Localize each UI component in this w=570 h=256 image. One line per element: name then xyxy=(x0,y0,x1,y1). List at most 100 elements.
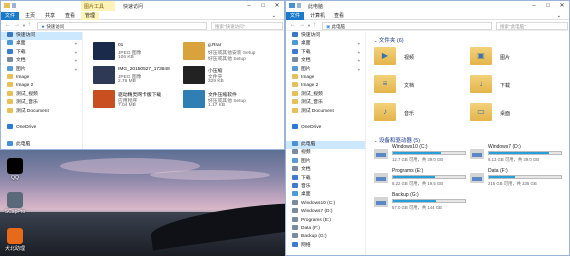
close-button[interactable]: ✕ xyxy=(270,1,284,11)
nav-item[interactable]: 下载 ⌖ xyxy=(286,48,365,57)
folder-item[interactable]: ▶ 视频 xyxy=(374,44,474,70)
nav-item[interactable]: 图片 ⌖ xyxy=(1,65,82,74)
back-arrow-icon[interactable]: ← xyxy=(290,22,296,28)
address-bar[interactable]: ★ 快速访问 xyxy=(37,22,207,30)
ribbon-expand-chevron-icon[interactable]: ⌄ xyxy=(268,12,280,20)
nav-item[interactable]: Image 2 xyxy=(286,82,365,90)
ribbon-tabs: 文件 主页 共享 查看 管理 ⌄ xyxy=(1,11,284,20)
tab-3[interactable]: 共享 xyxy=(41,12,59,20)
nav-item-label: 网络 xyxy=(301,242,311,248)
folder-item[interactable]: ≡ 文档 xyxy=(374,72,474,98)
folder-label: 音乐 xyxy=(404,111,415,117)
nav-item[interactable]: 下载 ⌖ xyxy=(1,48,82,57)
search-input[interactable]: 搜索"快速访问" xyxy=(211,22,283,30)
quick-access-toolbar-icon[interactable] xyxy=(12,3,16,8)
nav-item[interactable]: Data (F:) xyxy=(286,224,365,233)
chevron-down-icon[interactable]: ▼ xyxy=(22,23,26,28)
folder-item[interactable]: ▣ 图片 xyxy=(470,44,569,70)
tab-5[interactable]: 管理 xyxy=(81,12,100,20)
desktop-icon xyxy=(292,40,298,46)
nav-item[interactable]: 图片 ⌖ xyxy=(286,65,365,74)
nav-item[interactable]: Programs (E:) xyxy=(286,216,365,225)
nav-item[interactable]: Image 2 xyxy=(1,82,82,90)
desktop-shortcut[interactable]: 犬北助理 xyxy=(2,228,28,252)
quick-access-toolbar-icon[interactable] xyxy=(297,3,301,8)
drives-group-header[interactable]: ⌄ 设备和驱动器 (5) xyxy=(374,136,420,144)
nav-item[interactable]: 测试 Document xyxy=(286,107,365,116)
nav-item[interactable]: 文档 ⌖ xyxy=(1,57,82,65)
forward-arrow-icon[interactable]: → xyxy=(299,22,305,28)
nav-item[interactable]: 测试_视频 xyxy=(286,90,365,99)
tab-2[interactable]: 主页 xyxy=(21,12,39,20)
nav-item[interactable]: Image xyxy=(1,73,82,82)
nav-item[interactable]: 网络 xyxy=(286,241,365,250)
forward-arrow-icon[interactable]: → xyxy=(14,22,20,28)
chevron-down-icon[interactable]: ▼ xyxy=(307,23,311,28)
minimize-button[interactable]: – xyxy=(527,1,541,11)
folders-group-header[interactable]: ⌄ 文件夹 (6) xyxy=(374,36,404,44)
nav-item[interactable]: 此电脑 xyxy=(1,141,82,149)
nav-item[interactable]: 下载 xyxy=(286,174,365,183)
nav-item[interactable]: 测试_音乐 xyxy=(286,99,365,107)
folder-item[interactable]: ↓ 下载 xyxy=(470,72,569,98)
nav-item-label: 图片 xyxy=(301,66,311,72)
maximize-button[interactable]: □ xyxy=(256,1,270,11)
nav-item[interactable]: 此电脑 xyxy=(286,141,365,150)
nav-item[interactable]: 视频 xyxy=(286,149,365,157)
nav-item[interactable]: OneDrive xyxy=(1,124,82,132)
file-item[interactable]: 01 JPEG 图像 106 KB xyxy=(93,38,183,64)
nav-item[interactable]: OneDrive xyxy=(286,124,365,132)
nav-item-label: 音乐 xyxy=(301,184,311,190)
nav-item[interactable]: 测试_视频 xyxy=(1,90,82,99)
minimize-button[interactable]: – xyxy=(242,1,256,11)
file-item[interactable]: IMG_20150527_173848 JPEG 图像 2.76 MB xyxy=(93,62,183,88)
file-item[interactable]: 驱动精灵网卡版下载 应用程序 7.04 MB xyxy=(93,86,183,112)
desktop-shortcut[interactable]: SCapPro xyxy=(2,192,28,215)
up-arrow-icon[interactable]: ↑ xyxy=(28,22,31,28)
folder-item[interactable]: ▭ 桌面 xyxy=(470,100,569,126)
nav-item[interactable]: 测试 Document xyxy=(1,107,82,116)
explorer-window-this-pc[interactable]: 此电脑 – □ ✕ 文件 计算机 查看 ⌄ ← → ▼ ↑ ▣ 此电脑 搜索"此电脑"… xyxy=(285,0,570,256)
drive-usage-bar xyxy=(392,175,466,179)
title-bar[interactable]: 此电脑 – □ ✕ xyxy=(286,1,569,11)
file-item[interactable]: 文件压缩软件 好压或其他 Setup 1.17 KB xyxy=(183,86,273,112)
back-arrow-icon[interactable]: ← xyxy=(5,22,11,28)
maximize-button[interactable]: □ xyxy=(541,1,555,11)
nav-item[interactable]: 桌面 ⌖ xyxy=(1,40,82,48)
nav-item[interactable]: 文档 ⌖ xyxy=(286,57,365,65)
tab-4[interactable]: 查看 xyxy=(61,12,79,20)
nav-item[interactable]: 文档 xyxy=(286,166,365,174)
nav-item[interactable]: 快速访问 xyxy=(1,32,82,41)
up-arrow-icon[interactable]: ↑ xyxy=(313,22,316,28)
file-item[interactable]: g.Rrar 好压或其他安装 Setup 好压或其他 Setup xyxy=(183,38,273,64)
nav-item[interactable]: Windows10 (C:) xyxy=(286,199,365,208)
address-bar[interactable]: ▣ 此电脑 xyxy=(322,22,492,30)
context-tab-label: 图片工具 xyxy=(84,4,105,10)
nav-item[interactable]: 音乐 xyxy=(286,183,365,191)
title-bar[interactable]: 图片工具 快速访问 – □ ✕ xyxy=(1,1,284,11)
close-button[interactable]: ✕ xyxy=(555,1,569,11)
drive-item[interactable]: Backup (G:) 57.0 GB 可用，共 144 GB xyxy=(374,192,486,214)
file-item[interactable]: 小压缩 文件夹 329 KB xyxy=(183,62,273,88)
nav-item[interactable]: 桌面 xyxy=(286,191,365,199)
tab-1[interactable]: 文件 xyxy=(1,12,20,20)
folder-icon xyxy=(292,99,298,105)
nav-item[interactable]: Image xyxy=(286,73,365,82)
nav-item[interactable]: 桌面 ⌖ xyxy=(286,40,365,48)
nav-item[interactable]: 图片 xyxy=(286,157,365,166)
desktop-shortcut[interactable]: QQ xyxy=(2,158,28,181)
ribbon-expand-chevron-icon[interactable]: ⌄ xyxy=(553,12,565,20)
nav-item[interactable]: Windows7 (D:) xyxy=(286,208,365,216)
tab-2[interactable]: 计算机 xyxy=(306,12,329,20)
search-input[interactable]: 搜索"此电脑" xyxy=(496,22,568,30)
nav-item[interactable]: 快速访问 xyxy=(286,32,365,40)
folder-item[interactable]: ♪ 音乐 xyxy=(374,100,474,126)
penguin-icon xyxy=(7,158,23,174)
drive-item[interactable]: Windows7 (D:) 6.13 GB 可用，共 39.0 GB xyxy=(470,144,569,166)
explorer-window-quick-access[interactable]: 图片工具 快速访问 – □ ✕ 文件 主页 共享 查看 管理 ⌄ ← → ▼ ↑ ★ 快速… xyxy=(0,0,285,150)
tab-1[interactable]: 文件 xyxy=(286,12,305,20)
drive-item[interactable]: Data (F:) 215 GB 可用，共 335 GB xyxy=(470,168,569,190)
nav-item[interactable]: 测试_音乐 xyxy=(1,99,82,107)
tab-3[interactable]: 查看 xyxy=(330,12,348,20)
nav-item[interactable]: Backup (G:) xyxy=(286,233,365,241)
